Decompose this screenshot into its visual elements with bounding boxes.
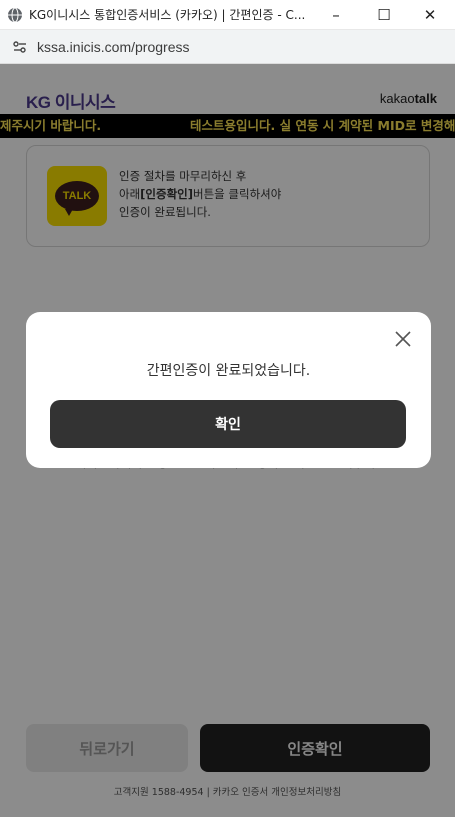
url-text[interactable]: kssa.inicis.com/progress bbox=[37, 39, 190, 55]
close-window-button[interactable]: ✕ bbox=[407, 0, 453, 30]
completion-dialog: 간편인증이 완료되었습니다. 확인 bbox=[26, 312, 431, 468]
minimize-button[interactable]: – bbox=[313, 0, 359, 30]
globe-icon bbox=[8, 7, 22, 22]
dialog-message: 간편인증이 완료되었습니다. bbox=[146, 363, 311, 379]
window-titlebar: KG이니시스 통합인증서비스 (카카오) | 간편인증 - C... – ☐ ✕ bbox=[0, 0, 455, 30]
site-settings-icon[interactable] bbox=[12, 39, 28, 55]
maximize-button[interactable]: ☐ bbox=[361, 0, 407, 30]
window-title: KG이니시스 통합인증서비스 (카카오) | 간편인증 - C... bbox=[29, 8, 306, 22]
close-icon[interactable] bbox=[394, 330, 412, 348]
confirm-button[interactable]: 확인 bbox=[50, 400, 406, 448]
address-bar[interactable]: kssa.inicis.com/progress bbox=[0, 30, 455, 64]
